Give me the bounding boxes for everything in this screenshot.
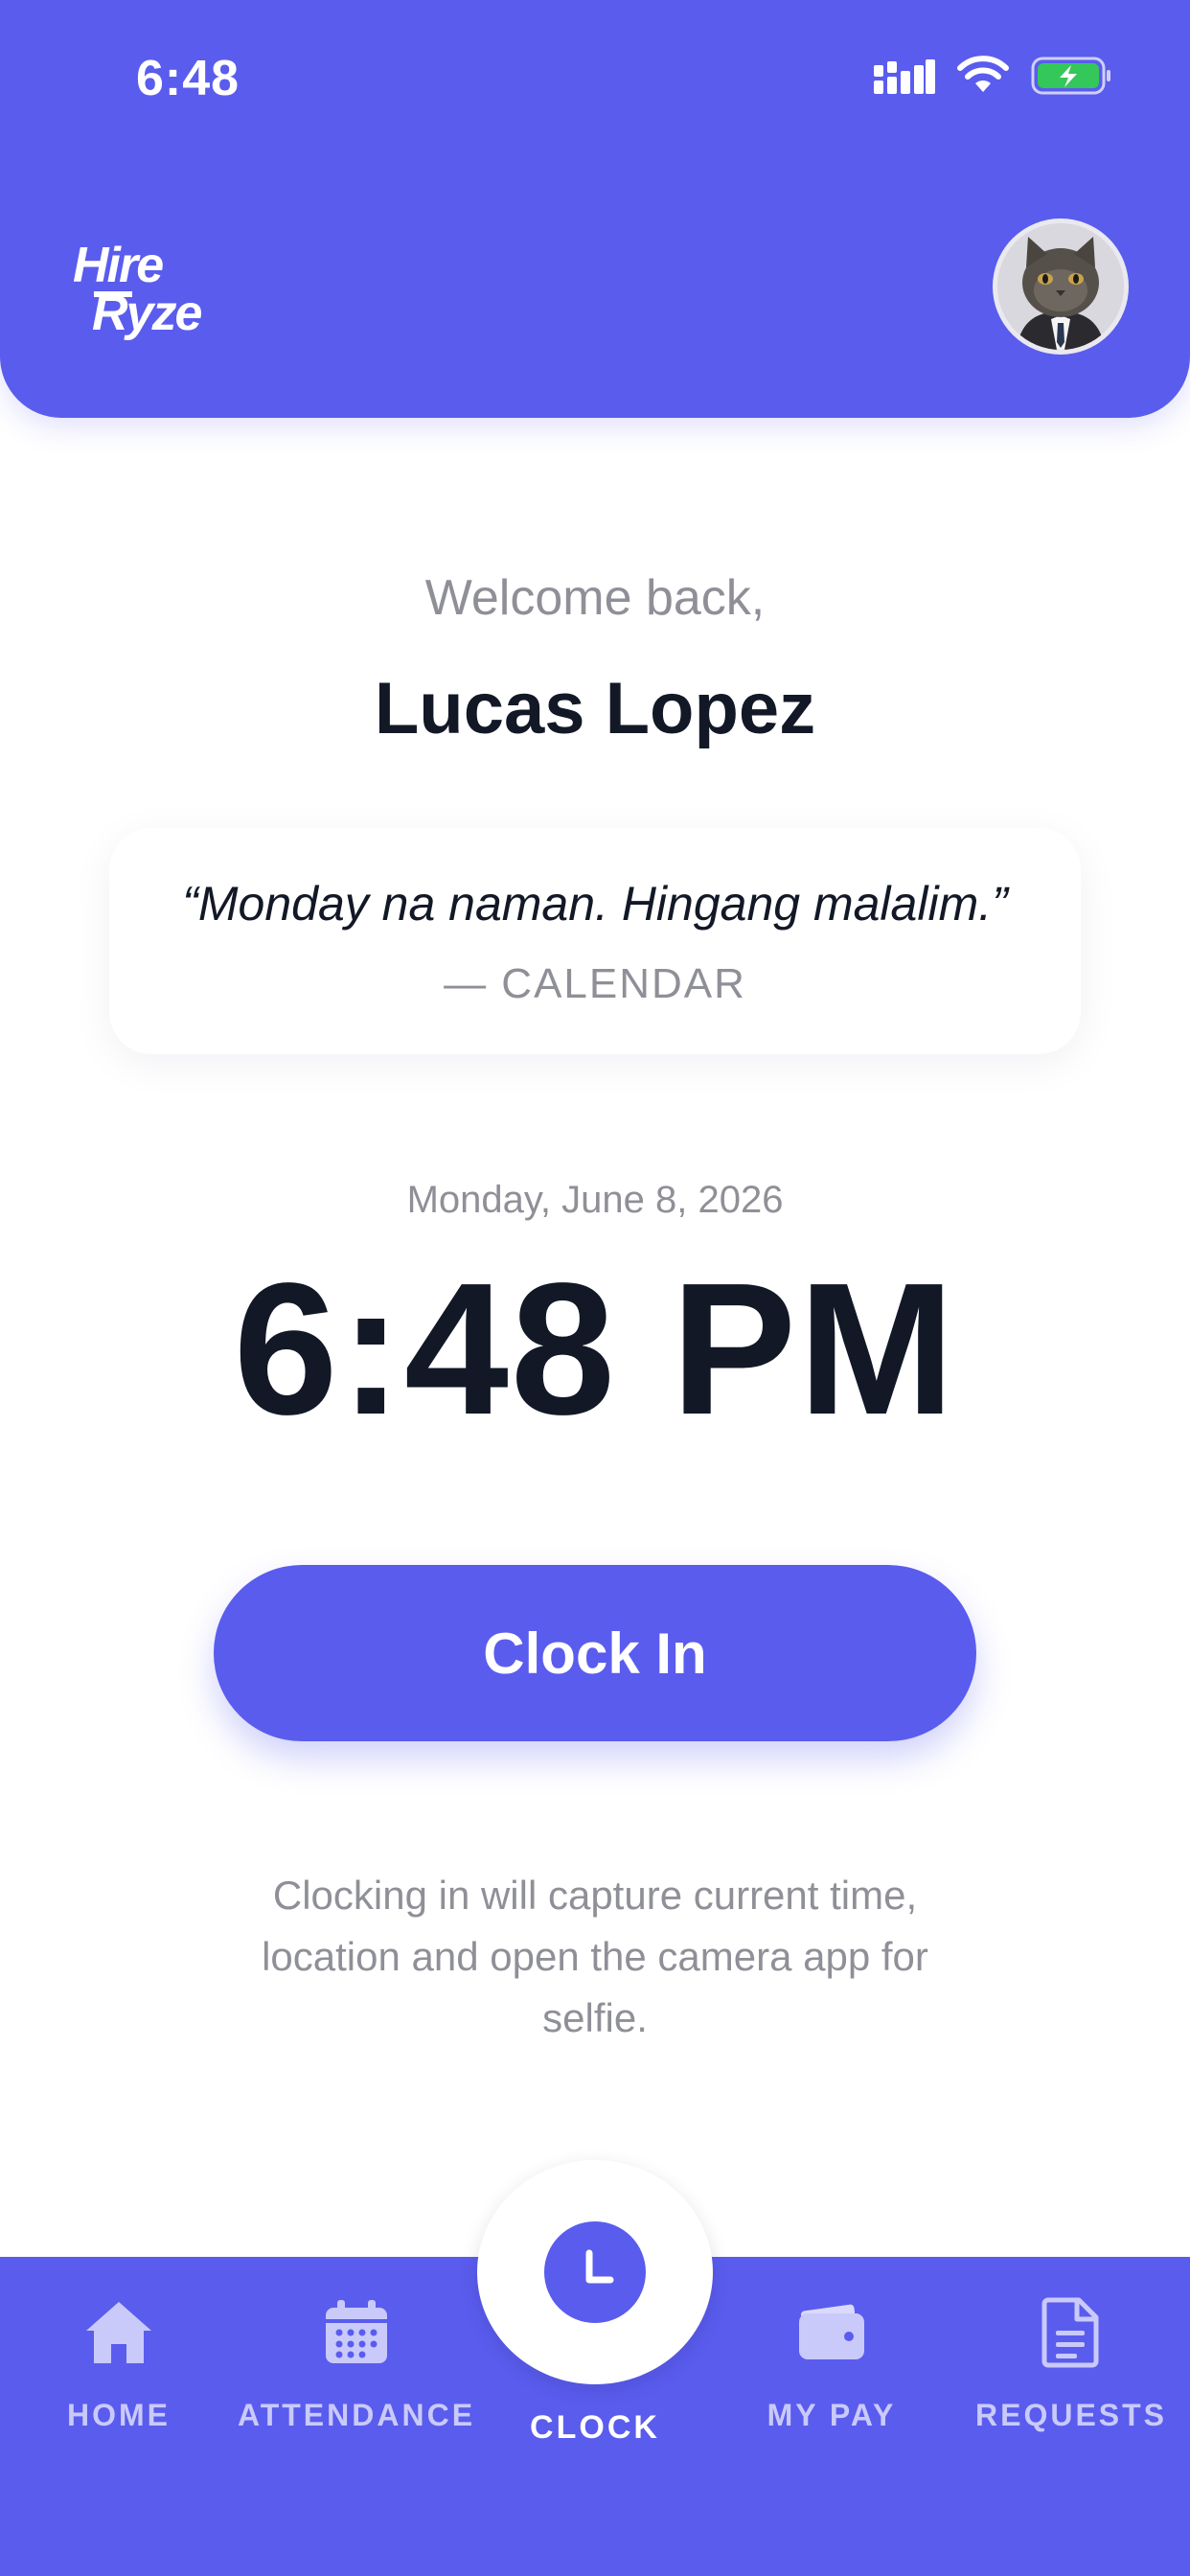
clock-screen: 6:48 Hire Ryze Welcome back, Lucas Lopez…: [0, 0, 1190, 2576]
nav-item-my-pay[interactable]: MY PAY: [713, 2296, 950, 2440]
nav-label-requests: REQUESTS: [974, 2398, 1168, 2432]
quote-author: — CALENDAR: [444, 960, 746, 1007]
wallet-icon: [795, 2296, 868, 2369]
avatar[interactable]: [993, 218, 1129, 355]
document-icon: [1035, 2296, 1108, 2369]
nav-label-home: HOME: [67, 2398, 171, 2432]
status-bar-time: 6:48: [136, 51, 240, 106]
home-icon: [82, 2296, 155, 2369]
nav-label-my-pay: MY PAY: [767, 2398, 897, 2432]
nav-item-attendance[interactable]: ATTENDANCE: [238, 2296, 475, 2440]
nav-item-clock[interactable]: [477, 2160, 713, 2384]
app-header: 6:48 Hire Ryze: [0, 0, 1190, 418]
clock-in-info-text: Clocking in will capture current time, l…: [262, 1873, 928, 2040]
status-bar-icons: [874, 56, 1113, 101]
quote-card: “Monday na naman. Hingang malalim.” — CA…: [109, 828, 1081, 1054]
nav-item-home[interactable]: HOME: [0, 2296, 238, 2440]
nav-label-clock[interactable]: CLOCK: [477, 2409, 713, 2447]
cellular-signal-icon: [874, 56, 935, 101]
current-time: 6:48 PM: [233, 1244, 957, 1454]
clock-in-button[interactable]: Clock In: [214, 1565, 976, 1741]
nav-label-attendance: ATTENDANCE: [237, 2398, 476, 2432]
current-date: Monday, June 8, 2026: [406, 1179, 784, 1221]
hireryze-logo: Hire Ryze: [71, 236, 272, 341]
welcome-text: Welcome back,: [424, 570, 766, 626]
battery-charging-icon: [1031, 56, 1113, 101]
user-name: Lucas Lopez: [374, 668, 816, 749]
nav-item-requests[interactable]: REQUESTS: [952, 2296, 1190, 2440]
wifi-icon: [956, 56, 1010, 101]
clock-icon: [544, 2221, 646, 2323]
calendar-icon: [320, 2296, 393, 2369]
quote-text: “Monday na naman. Hingang malalim.”: [182, 877, 1008, 931]
